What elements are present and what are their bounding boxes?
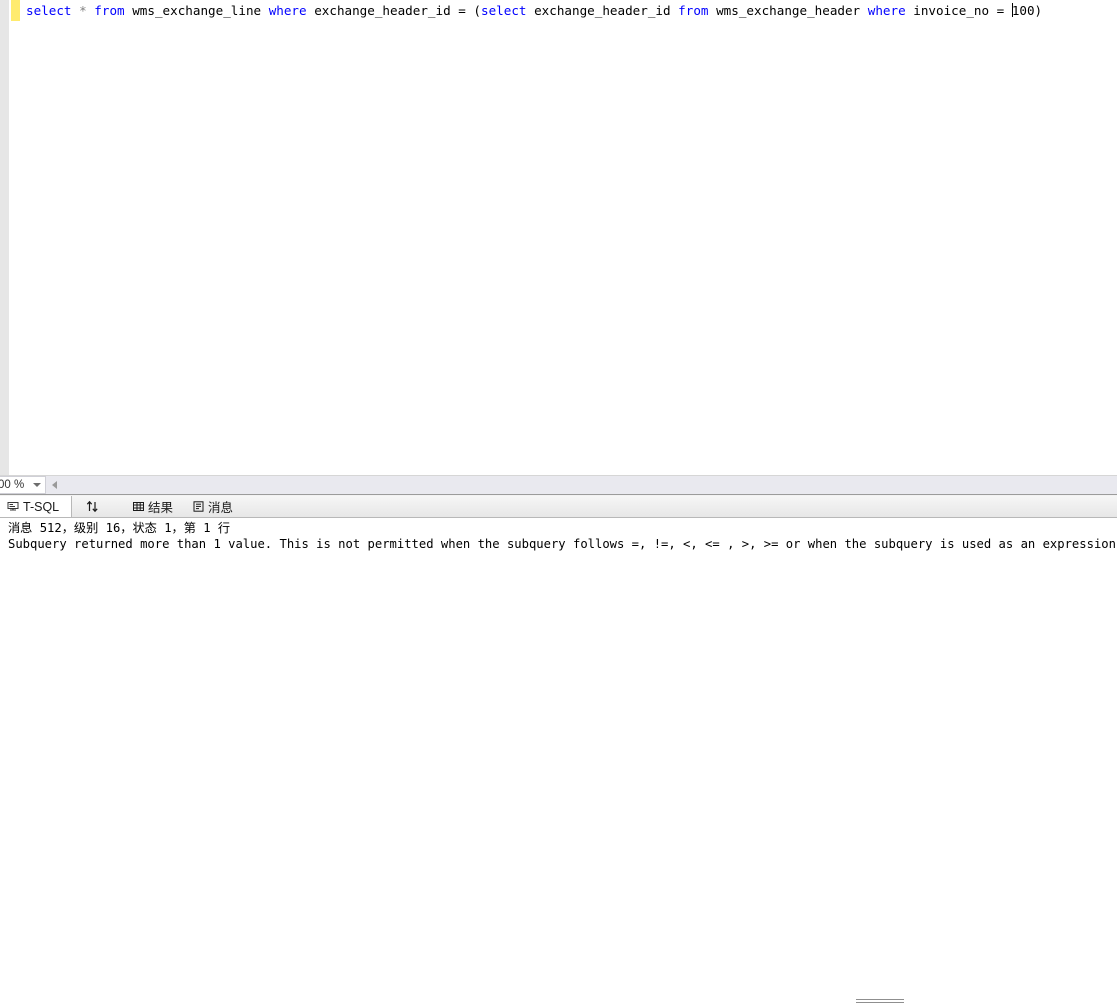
editor-selection-margin[interactable]: [9, 0, 19, 475]
code-text-area[interactable]: select * from wms_exchange_line where ex…: [20, 0, 1117, 475]
sql-table-wms-exchange-header: wms_exchange_header: [708, 3, 868, 18]
sql-star-operator: *: [79, 3, 87, 18]
sql-keyword-where-sub: where: [867, 3, 906, 18]
sql-keyword-select-sub: select: [481, 3, 527, 18]
grid-icon: [131, 500, 145, 514]
sql-literal-100: 100): [1011, 3, 1043, 18]
sql-predicate-invoice-no: invoice_no =: [905, 3, 1012, 18]
zoom-level-value: 00 %: [0, 479, 25, 491]
sql-editor-pane[interactable]: select * from wms_exchange_line where ex…: [0, 0, 1117, 475]
sql-keyword-where: where: [268, 3, 307, 18]
zoom-level-combobox[interactable]: 00 %: [0, 476, 46, 494]
tab-sort[interactable]: [72, 496, 120, 517]
message-document-icon: [191, 500, 205, 514]
sql-keyword-from-sub: from: [678, 3, 709, 18]
unsaved-change-bar-icon: [11, 0, 20, 21]
tab-results[interactable]: 结果: [125, 496, 179, 517]
tab-messages-label: 消息: [208, 501, 234, 515]
editor-status-bar: 00 %: [0, 475, 1117, 494]
sort-updown-icon: [86, 500, 100, 514]
horizontal-scroll-thumb[interactable]: [63, 477, 1117, 493]
chevron-down-icon[interactable]: [29, 477, 45, 494]
tab-divider-4: [241, 496, 255, 517]
ssms-query-window: select * from wms_exchange_line where ex…: [0, 0, 1117, 1003]
tab-messages[interactable]: 消息: [185, 496, 241, 517]
pane-grip-handle[interactable]: [856, 999, 904, 1006]
sql-table-wms-exchange-line: wms_exchange_line: [124, 3, 269, 18]
messages-output-pane[interactable]: 消息 512，级别 16，状态 1，第 1 行 Subquery returne…: [0, 518, 1117, 575]
tab-tsql[interactable]: T-SQL: [0, 496, 72, 517]
error-header-line: 消息 512，级别 16，状态 1，第 1 行: [8, 521, 231, 535]
code-line-1[interactable]: select * from wms_exchange_line where ex…: [20, 0, 1117, 21]
tab-results-label: 结果: [148, 501, 174, 515]
tsql-script-icon: [6, 500, 20, 514]
sql-predicate-header-id: exchange_header_id = (: [306, 3, 481, 18]
sql-space-1: [72, 3, 80, 18]
sql-column-header-id: exchange_header_id: [526, 3, 679, 18]
results-tab-strip: T-SQL 结果 消息: [0, 496, 1117, 1003]
editor-indicator-margin: [0, 0, 9, 475]
scroll-left-arrow-icon[interactable]: [46, 476, 63, 494]
error-body-line: Subquery returned more than 1 value. Thi…: [8, 537, 1117, 551]
sql-keyword-select: select: [26, 3, 72, 18]
editor-horizontal-scrollbar[interactable]: [46, 476, 1117, 494]
tab-tsql-label: T-SQL: [23, 499, 60, 514]
sql-keyword-from: from: [94, 3, 125, 18]
